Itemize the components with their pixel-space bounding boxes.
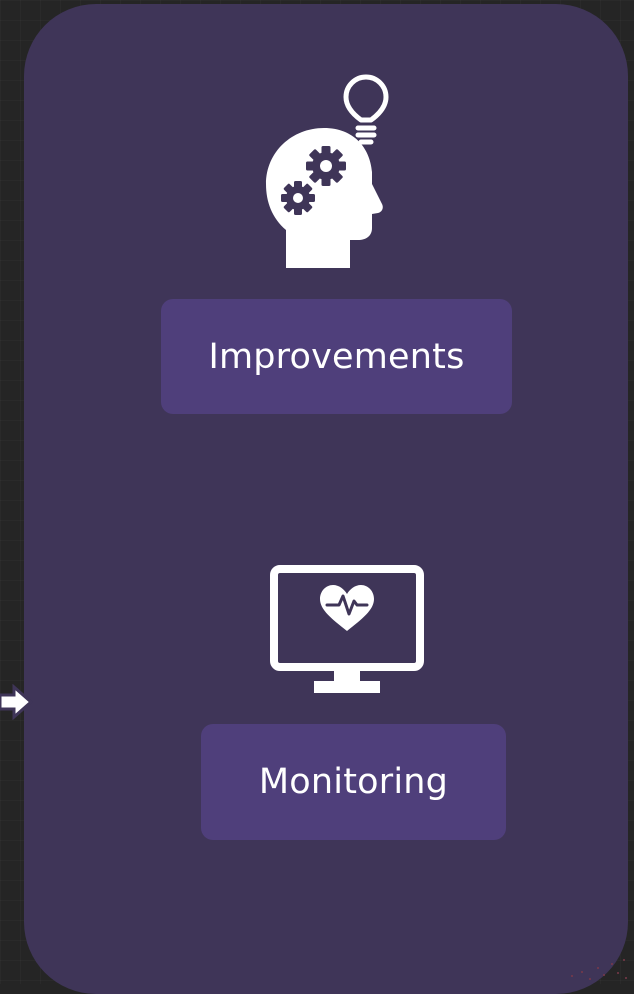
improvements-box: Improvements [161, 299, 512, 414]
monitor-heartbeat-icon [270, 565, 424, 693]
head-gears-lightbulb-icon [266, 74, 389, 268]
gear-large-icon [306, 146, 346, 186]
arrow-right-icon [0, 684, 34, 720]
decorative-dots [571, 959, 627, 980]
monitoring-box: Monitoring [201, 724, 506, 840]
improvements-label: Improvements [208, 336, 465, 377]
gear-small-icon [281, 181, 315, 215]
lightbulb-icon [343, 74, 389, 145]
monitoring-label: Monitoring [258, 762, 449, 802]
